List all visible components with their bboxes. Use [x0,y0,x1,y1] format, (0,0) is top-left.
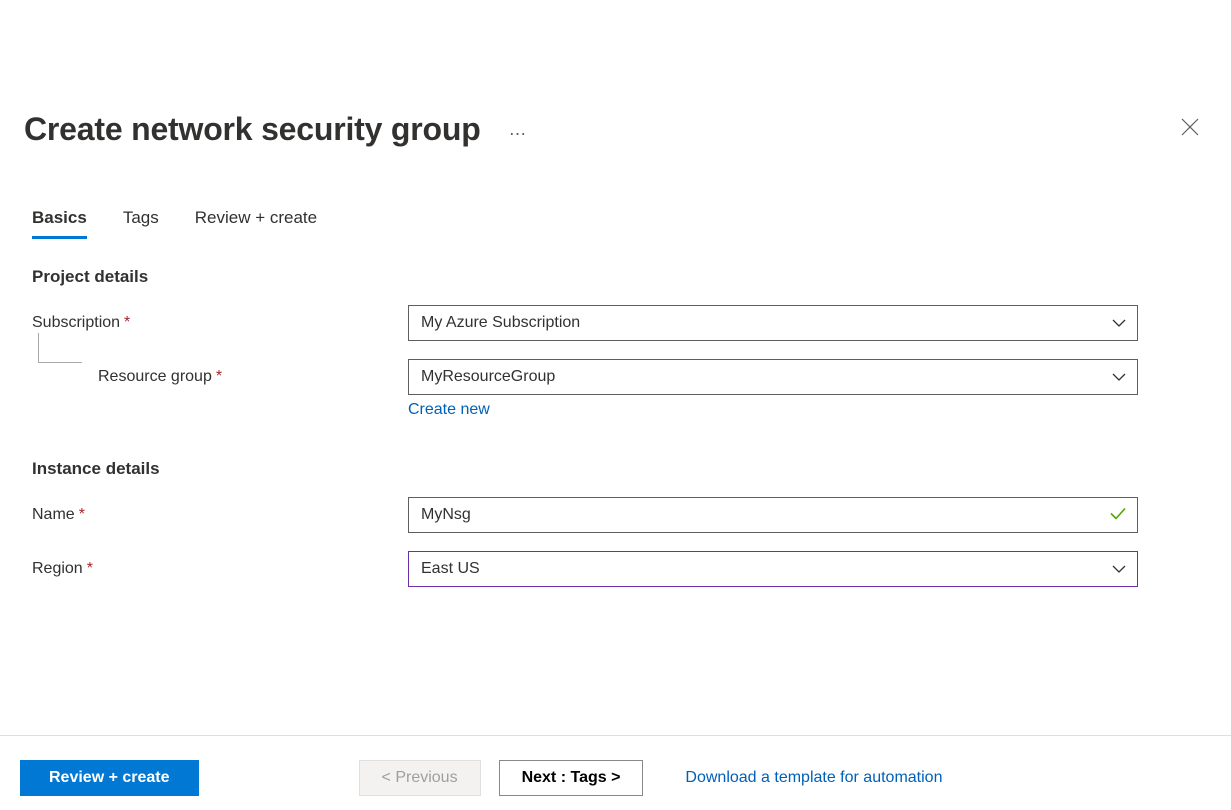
wizard-footer: Review + create < Previous Next : Tags >… [0,735,1231,810]
ellipsis-icon[interactable]: … [509,119,529,140]
resource-group-label: Resource group* [32,368,408,386]
tab-tags[interactable]: Tags [123,208,159,239]
region-select[interactable]: East US [408,551,1138,587]
download-template-link[interactable]: Download a template for automation [685,769,942,787]
subscription-label: Subscription* [32,314,408,332]
name-input[interactable] [408,497,1138,533]
create-new-link[interactable]: Create new [0,395,1231,419]
instance-details-heading: Instance details [0,419,1231,479]
close-icon[interactable] [1173,110,1207,148]
project-details-heading: Project details [0,239,1231,287]
review-create-button[interactable]: Review + create [20,760,199,796]
tabs: Basics Tags Review + create [0,148,1231,239]
resource-group-select[interactable]: MyResourceGroup [408,359,1138,395]
page-header: Create network security group … [0,0,1231,148]
name-label: Name* [32,506,408,524]
page-title: Create network security group [24,111,481,148]
tab-review-create[interactable]: Review + create [195,208,317,239]
previous-button: < Previous [359,760,481,796]
tree-indent-icon [38,333,82,363]
region-label: Region* [32,560,408,578]
subscription-select[interactable]: My Azure Subscription [408,305,1138,341]
tab-basics[interactable]: Basics [32,208,87,239]
next-button[interactable]: Next : Tags > [499,760,644,796]
